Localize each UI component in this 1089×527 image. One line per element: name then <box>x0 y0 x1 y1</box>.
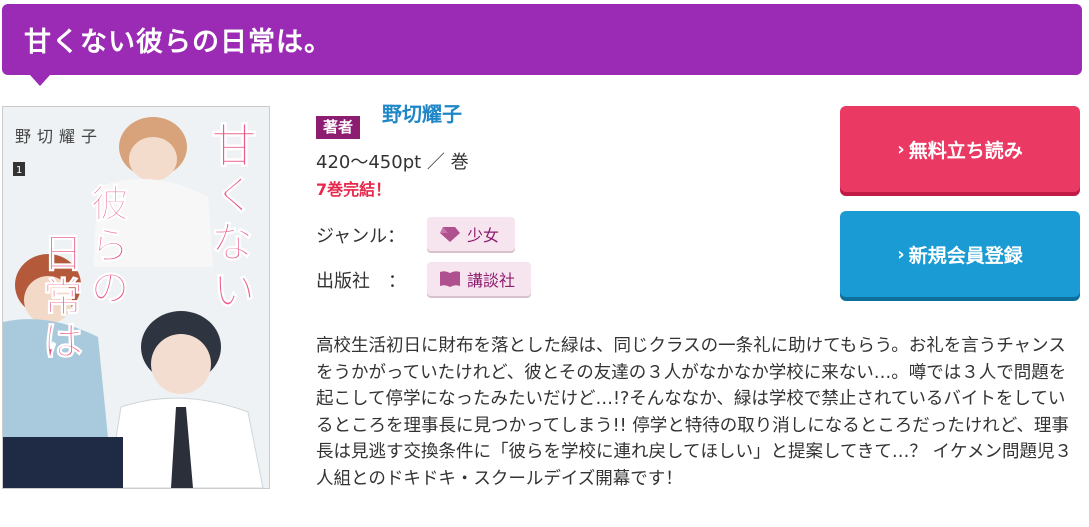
page-title: 甘くない彼らの日常は。 <box>24 27 332 58</box>
author-badge: 著者 <box>316 116 361 139</box>
publisher-label: 出版社 ： <box>316 271 406 292</box>
cover-illustration: 野切耀子 1 甘 く な い 彼 ら の 日 常 は <box>3 107 269 488</box>
cover-volume: 1 <box>16 165 22 176</box>
genre-tag-label: 少女 <box>467 226 500 245</box>
genre-label: ジャンル： <box>316 226 406 247</box>
book-icon <box>440 271 460 287</box>
svg-text:い: い <box>213 266 255 315</box>
author-row: 著者 野切耀子 <box>316 102 462 139</box>
free-read-button[interactable]: › 無料立ち読み <box>840 106 1080 192</box>
book-description: 高校生活初日に財布を落とした緑は、同じクラスの一条礼に助けてもらう。お礼を言うチ… <box>316 336 1072 489</box>
free-read-label: 無料立ち読み <box>908 139 1023 162</box>
svg-text:は: は <box>43 319 83 365</box>
chevron-right-icon: › <box>897 243 905 265</box>
genre-tag[interactable]: 少女 <box>427 217 516 251</box>
svg-text:な: な <box>211 218 253 267</box>
title-bar: 甘くない彼らの日常は。 <box>2 4 1082 86</box>
publisher-tag[interactable]: 講談社 <box>427 262 532 296</box>
book-cover[interactable]: 野切耀子 1 甘 く な い 彼 ら の 日 常 は <box>2 106 270 489</box>
svg-text:常: 常 <box>43 275 83 321</box>
svg-text:ら: ら <box>91 224 129 268</box>
cover-author-text: 野切耀子 <box>15 127 103 146</box>
svg-text:彼: 彼 <box>91 182 129 226</box>
register-label: 新規会員登録 <box>908 244 1023 267</box>
svg-text:の: の <box>91 266 129 310</box>
price-text: 420〜450pt ／ 巻 <box>316 152 469 173</box>
completion-status: 7巻完結！ <box>316 180 392 199</box>
svg-text:甘: 甘 <box>211 119 257 173</box>
svg-text:日: 日 <box>43 231 83 277</box>
register-button[interactable]: › 新規会員登録 <box>840 211 1080 297</box>
svg-text:く: く <box>215 173 255 219</box>
gem-icon <box>440 227 460 242</box>
chevron-right-icon: › <box>897 138 905 160</box>
author-name-link[interactable]: 野切耀子 <box>382 98 462 127</box>
publisher-tag-label: 講談社 <box>467 271 516 290</box>
